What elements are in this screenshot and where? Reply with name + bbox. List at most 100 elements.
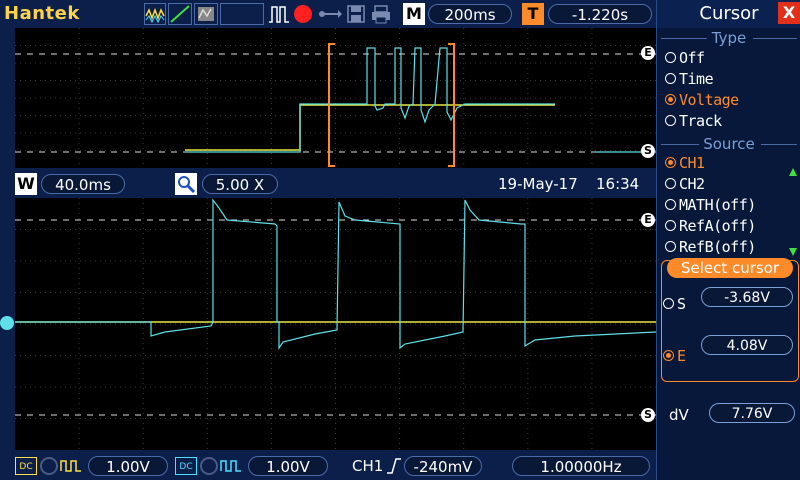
grid-dot [395, 292, 396, 293]
grid-dot [125, 355, 126, 356]
ch2-coupling-icon[interactable]: DC [175, 457, 197, 475]
grid-dot [15, 132, 16, 134]
grid-dot [335, 208, 336, 209]
cursor-s-option[interactable]: S [663, 294, 686, 315]
record-icon[interactable] [294, 5, 312, 23]
grid-dot [325, 229, 326, 230]
ch2-scale-value[interactable]: 1.00V [248, 456, 328, 476]
ch1-ground-marker[interactable] [0, 316, 14, 330]
grid-dot [463, 113, 465, 114]
grid-dot [270, 423, 272, 424]
grid-dot [527, 363, 529, 364]
source-option-refa-off[interactable]: RefA(off) [665, 216, 756, 237]
timebase-value[interactable]: 200ms [428, 4, 512, 24]
overview-waveform[interactable] [15, 28, 656, 168]
grid-dot [15, 229, 16, 230]
scroll-down-icon[interactable] [788, 242, 798, 256]
time-label: 16:34 [596, 175, 640, 193]
main-waveform[interactable] [15, 198, 656, 450]
grid-dot [175, 229, 176, 230]
grid-dot [170, 292, 171, 293]
overview-end-marker[interactable]: E [641, 46, 655, 60]
grid-dot [545, 132, 546, 134]
scroll-up-icon[interactable] [788, 162, 798, 176]
grid-dot [435, 260, 436, 262]
main-start-marker[interactable]: S [641, 408, 655, 422]
grid-dot [230, 418, 231, 419]
persistence-icon[interactable] [194, 3, 218, 25]
grid-dot [55, 260, 56, 262]
ch1-scale-value[interactable]: 1.00V [88, 456, 168, 476]
source-option-math-off[interactable]: MATH(off) [665, 195, 756, 216]
trigger-position-value[interactable]: -1.220s [548, 4, 652, 24]
grid-dot [85, 132, 86, 134]
grid-dot [591, 73, 593, 74]
type-option-track[interactable]: Track [665, 111, 722, 132]
source-option-ch1[interactable]: CH1 [665, 153, 705, 174]
grid-dot [535, 386, 536, 388]
grid-dot [70, 132, 71, 134]
grid-dot [460, 97, 461, 99]
ch1-coupling-icon[interactable]: DC [15, 457, 37, 475]
grid-dot [40, 62, 41, 64]
rising-edge-icon[interactable] [386, 456, 402, 476]
grid-dot [475, 323, 476, 325]
print-icon[interactable] [370, 4, 392, 24]
single-pulse-icon[interactable] [268, 4, 290, 24]
grid-dot [270, 58, 272, 59]
ch1-invert-icon[interactable] [60, 457, 82, 475]
cursor-e-option[interactable]: E [663, 346, 686, 367]
grid-dot [150, 115, 151, 116]
trigger-source-label[interactable]: CH1 [352, 457, 383, 475]
source-option-ch2[interactable]: CH2 [665, 174, 705, 195]
save-icon[interactable] [346, 4, 366, 24]
grid-dot [600, 355, 601, 356]
vector-mode-icon[interactable] [168, 3, 192, 25]
grid-dot [95, 292, 96, 293]
grid-dot [620, 229, 621, 230]
grid-dot [180, 355, 181, 356]
source-option-refb-off[interactable]: RefB(off) [665, 237, 756, 258]
type-option-time[interactable]: Time [665, 69, 714, 90]
grid-dot [206, 283, 208, 284]
zoom-factor-value[interactable]: 5.00 X [202, 174, 278, 194]
grid-dot [270, 343, 272, 344]
grid-dot [78, 298, 80, 299]
grid-dot [475, 115, 476, 116]
grid-dot [591, 213, 593, 214]
type-option-voltage[interactable]: Voltage [665, 90, 739, 111]
grid-dot [290, 418, 291, 419]
grid-dot [405, 62, 406, 64]
grid-dot [415, 97, 416, 99]
type-option-off[interactable]: Off [665, 48, 705, 69]
ch1-bandwidth-icon[interactable] [40, 457, 58, 475]
grid-dot [565, 323, 566, 325]
grid-dot [78, 373, 80, 374]
grid-dot [270, 118, 272, 119]
grid-dot [399, 73, 401, 74]
grid-dot [280, 386, 281, 388]
grid-dot [591, 308, 593, 309]
ch2-invert-icon[interactable] [220, 457, 242, 475]
grid-dot [360, 115, 361, 116]
grid-dot [295, 45, 296, 46]
cursor-s-value: -3.68V [701, 287, 793, 307]
waveform-mode-icon[interactable] [144, 3, 166, 25]
trigger-level-value[interactable]: -240mV [404, 456, 482, 476]
grid-dot [140, 260, 141, 262]
grid-dot [535, 323, 536, 325]
grid-dot [150, 80, 151, 81]
ch2-bandwidth-icon[interactable] [200, 457, 218, 475]
grid-dot [500, 260, 501, 262]
window-time-value[interactable]: 40.0ms [41, 174, 125, 194]
grid-dot [185, 418, 186, 419]
grid-dot [591, 383, 593, 384]
grid-dot [95, 386, 96, 388]
overview-start-marker[interactable]: S [641, 144, 655, 158]
grid-dot [399, 63, 401, 64]
close-button[interactable]: X [778, 2, 800, 24]
main-end-marker[interactable]: E [641, 213, 655, 227]
grid-dot [591, 88, 593, 89]
grid-dot [580, 45, 581, 46]
grid-dot [399, 58, 401, 59]
